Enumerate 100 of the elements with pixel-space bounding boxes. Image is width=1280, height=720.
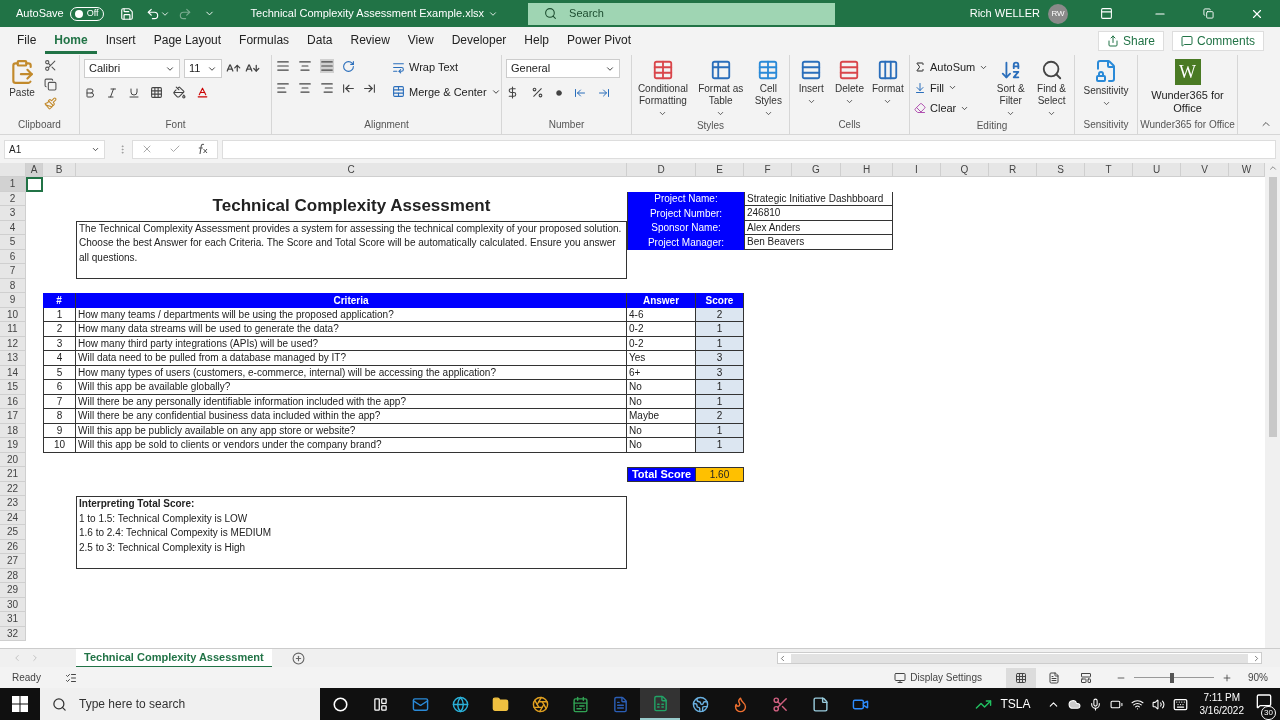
column-header[interactable]: B (43, 163, 76, 177)
selected-cell[interactable] (26, 177, 43, 192)
normal-view-icon[interactable] (1006, 667, 1036, 688)
align-right-icon[interactable] (320, 81, 334, 95)
vertical-scrollbar[interactable] (1265, 163, 1280, 648)
align-center-icon[interactable] (298, 81, 312, 95)
column-header[interactable]: E (696, 163, 744, 177)
microphone-icon[interactable] (1088, 697, 1102, 711)
row-header[interactable]: 7 (0, 264, 26, 279)
font-size-field[interactable]: 11 (184, 59, 222, 78)
ribbon-tab[interactable]: View (398, 28, 443, 54)
keyboard-icon[interactable] (1172, 696, 1188, 712)
editing-button[interactable]: Clear (914, 100, 989, 117)
wifi-icon[interactable] (1130, 697, 1144, 711)
copy-icon[interactable] (44, 78, 57, 91)
ribbon-tab[interactable]: Insert (96, 28, 145, 54)
cut-icon[interactable] (44, 59, 57, 72)
comments-button[interactable]: Comments (1172, 31, 1264, 51)
currency-icon[interactable] (506, 86, 519, 99)
row-header[interactable]: 5 (0, 235, 26, 250)
ribbon-tab[interactable]: Power Pivot (558, 28, 641, 54)
row-header[interactable]: 13 (0, 351, 26, 366)
scroll-thumb[interactable] (1268, 177, 1277, 437)
zoom-level[interactable]: 90% (1248, 670, 1268, 685)
editing-button[interactable]: AutoSum (914, 59, 989, 76)
editing-large-button[interactable]: Sort & Filter (992, 59, 1030, 118)
column-header[interactable]: G (792, 163, 841, 177)
cells-button[interactable]: Delete (832, 59, 867, 106)
search-field[interactable]: Search (528, 2, 836, 25)
column-header[interactable]: I (893, 163, 941, 177)
zoom-in-icon[interactable] (1222, 672, 1232, 683)
paste-button[interactable]: Paste (4, 59, 40, 99)
column-header[interactable]: U (1133, 163, 1181, 177)
restore-icon[interactable] (1203, 8, 1214, 19)
zoom-slider[interactable] (1134, 671, 1214, 684)
zoom-thumb[interactable] (1169, 672, 1174, 683)
formula-field[interactable] (222, 139, 1276, 159)
column-header[interactable]: W (1229, 163, 1265, 177)
column-header[interactable]: H (841, 163, 893, 177)
italic-icon[interactable] (106, 86, 118, 99)
decrease-indent-icon[interactable] (342, 81, 355, 95)
ribbon-tab[interactable]: Page Layout (144, 28, 231, 54)
editing-large-button[interactable]: Find & Select (1033, 59, 1070, 118)
wrap-text-button[interactable]: Wrap Text (392, 59, 501, 76)
decrease-decimal-icon[interactable] (598, 86, 610, 99)
clock-date[interactable]: 3/16/2022 (1199, 704, 1244, 717)
share-button[interactable]: Share (1097, 31, 1164, 51)
row-header[interactable]: 11 (0, 322, 26, 337)
row-header[interactable]: 23 (0, 496, 26, 511)
merge-center-button[interactable]: Merge & Center (392, 83, 501, 100)
scroll-thumb[interactable] (791, 653, 1248, 663)
clock-time[interactable]: 7:11 PM (1203, 691, 1240, 704)
scroll-left-icon[interactable] (778, 653, 787, 663)
percent-icon[interactable] (531, 86, 544, 99)
row-header[interactable]: 15 (0, 380, 26, 395)
stock-ticker[interactable]: TSLA (1000, 695, 1031, 713)
row-header[interactable]: 9 (0, 293, 26, 308)
cells-button[interactable]: Format (870, 59, 905, 106)
style-button[interactable]: Format as Table (693, 59, 748, 118)
ribbon-tab[interactable]: Review (341, 28, 399, 54)
page-layout-icon[interactable] (1048, 671, 1060, 684)
ribbon-tab[interactable]: Developer (442, 28, 516, 54)
function-icon[interactable] (197, 143, 209, 155)
save-icon[interactable] (119, 6, 134, 21)
comma-icon[interactable] (556, 89, 562, 96)
notifications-icon[interactable] (1256, 693, 1272, 709)
align-left-icon[interactable] (276, 81, 290, 95)
row-header[interactable]: 21 (0, 467, 26, 482)
increase-indent-icon[interactable] (363, 81, 376, 95)
number-format-field[interactable]: General (506, 59, 620, 78)
ribbon-tab[interactable]: File (8, 28, 46, 54)
ribbon-tab[interactable]: Data (298, 28, 342, 54)
column-header[interactable]: A (26, 163, 43, 177)
row-header[interactable]: 19 (0, 438, 26, 453)
column-header[interactable]: R (989, 163, 1037, 177)
orientation-icon[interactable] (342, 59, 355, 73)
align-top-icon[interactable] (276, 59, 290, 73)
row-header[interactable]: 31 (0, 612, 26, 627)
editing-button[interactable]: Fill (914, 79, 989, 96)
column-header[interactable]: Q (941, 163, 989, 177)
format-painter-icon[interactable] (44, 97, 57, 110)
ribbon-display-icon[interactable] (1100, 7, 1113, 20)
cloud-icon[interactable] (1067, 697, 1081, 711)
style-button[interactable]: Cell Styles (751, 59, 785, 118)
increase-decimal-icon[interactable] (574, 86, 586, 99)
sheet-tab[interactable]: Technical Complexity Assessment (76, 648, 272, 668)
column-header[interactable]: F (744, 163, 792, 177)
undo-icon[interactable] (145, 6, 160, 21)
align-middle-icon[interactable] (298, 59, 312, 73)
scroll-right-icon[interactable] (1252, 653, 1261, 663)
addin-button[interactable]: W Wunder365 for Office (1142, 59, 1233, 115)
cells-button[interactable]: Insert (794, 59, 829, 106)
row-header[interactable]: 27 (0, 554, 26, 569)
style-button[interactable]: Conditional Formatting (636, 59, 690, 118)
row-header[interactable]: 1 (0, 177, 26, 192)
column-header[interactable]: S (1037, 163, 1085, 177)
font-family-field[interactable]: Calibri (84, 59, 180, 78)
column-header[interactable]: T (1085, 163, 1133, 177)
row-header[interactable]: 29 (0, 583, 26, 598)
ribbon-tab[interactable]: Help (515, 28, 558, 54)
